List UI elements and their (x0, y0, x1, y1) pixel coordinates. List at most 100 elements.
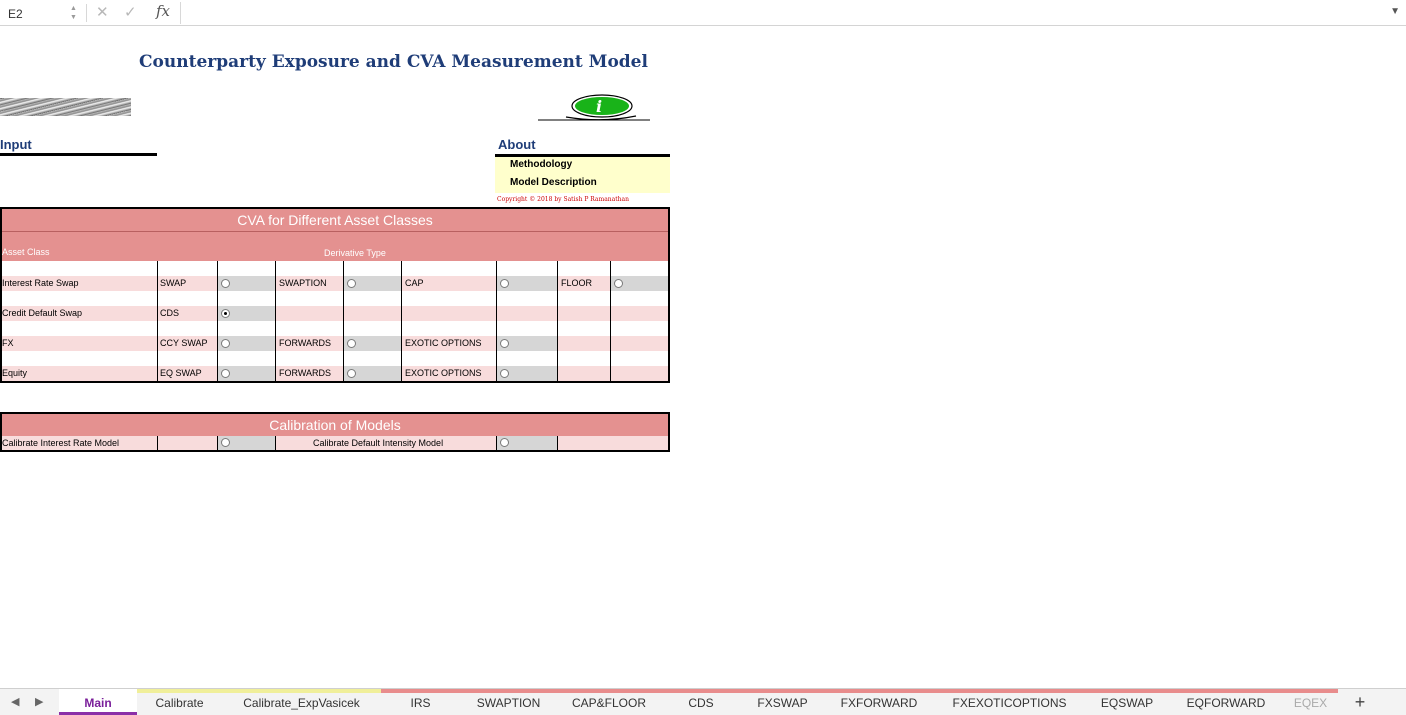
eq-swap-option[interactable] (218, 366, 275, 381)
confirm-icon[interactable]: ✓ (124, 3, 137, 21)
tab-irs[interactable]: IRS (381, 689, 460, 715)
next-sheet-icon[interactable]: ▶ (35, 695, 43, 708)
asset-class-label: Equity (2, 368, 28, 378)
formula-bar: E2 ▲ ▼ ✕ ✓ fx ▼ (0, 0, 1406, 26)
tab-label: EQSWAP (1100, 696, 1154, 710)
methodology-link[interactable]: Methodology (510, 159, 572, 170)
column-divider (157, 436, 158, 450)
radio-button[interactable] (221, 339, 230, 348)
tab-label: CAP&FLOOR (571, 696, 646, 710)
calibrate-rate-label: Calibrate Interest Rate Model (2, 438, 120, 448)
tab-main[interactable]: Main (59, 689, 137, 715)
row-band (2, 366, 668, 381)
eq-forwards-option[interactable] (344, 366, 401, 381)
asset-class-header: Asset Class (2, 247, 50, 257)
tab-label: SWAPTION (476, 696, 541, 710)
eq-exotic-options-option[interactable] (497, 366, 557, 381)
tab-label: IRS (410, 696, 431, 710)
asset-class-label: Credit Default Swap (2, 308, 83, 318)
input-underline (0, 153, 157, 156)
previous-sheet-icon[interactable]: ◀ (11, 695, 19, 708)
spreadsheet-window: E2 ▲ ▼ ✕ ✓ fx ▼ Counterparty Exposure and… (0, 0, 1406, 715)
radio-button[interactable] (347, 339, 356, 348)
radio-button[interactable] (500, 279, 509, 288)
cancel-icon[interactable]: ✕ (96, 3, 109, 21)
calibrate-intensity-label: Calibrate Default Intensity Model (313, 438, 444, 448)
calibration-table: Calibration of Models Calibrate Interest… (0, 412, 670, 452)
tab-label: EQEX (1293, 696, 1328, 710)
model-description-link[interactable]: Model Description (510, 177, 597, 188)
cva-table-title: CVA for Different Asset Classes (2, 209, 668, 231)
about-links-box: Methodology Model Description (495, 157, 670, 193)
derivative-type-header: Derivative Type (324, 248, 386, 258)
function-icon[interactable]: fx (156, 2, 170, 20)
info-icon[interactable]: i (536, 93, 652, 127)
radio-button[interactable] (221, 438, 230, 447)
derivative-label: SWAP (160, 278, 187, 288)
tab-swaption[interactable]: SWAPTION (460, 689, 557, 715)
cell-reference: E2 (8, 7, 23, 21)
tab-cds[interactable]: CDS (661, 689, 741, 715)
name-box-stepper-icon[interactable]: ▲ ▼ (70, 4, 77, 22)
tab-calibrate[interactable]: Calibrate (137, 689, 222, 715)
calibrate-rate-option[interactable] (218, 436, 275, 450)
tab-label: EQFORWARD (1186, 696, 1266, 710)
tab-fxforward[interactable]: FXFORWARD (824, 689, 934, 715)
name-box[interactable]: E2 ▲ ▼ (0, 2, 84, 24)
cap-option[interactable] (497, 276, 557, 291)
derivative-label: EXOTIC OPTIONS (405, 338, 482, 348)
add-sheet-icon[interactable]: + (1348, 691, 1372, 713)
radio-button[interactable] (221, 369, 230, 378)
asset-class-label: Interest Rate Swap (2, 278, 79, 288)
radio-button[interactable] (614, 279, 623, 288)
about-heading: About (498, 137, 536, 152)
fx-exotic-options-option[interactable] (497, 336, 557, 351)
formula-input[interactable] (180, 2, 1390, 24)
radio-button[interactable] (347, 279, 356, 288)
tab-label: FXEXOTICOPTIONS (952, 696, 1067, 710)
page-title: Counterparty Exposure and CVA Measuremen… (139, 52, 648, 72)
radio-button[interactable] (500, 369, 509, 378)
tab-cap-floor[interactable]: CAP&FLOOR (557, 689, 661, 715)
derivative-label: EXOTIC OPTIONS (405, 368, 482, 378)
derivative-label: CAP (405, 278, 424, 288)
row-band (2, 306, 668, 321)
svg-text:i: i (596, 97, 602, 116)
column-divider (557, 261, 558, 383)
tab-label: Calibrate_ExpVasicek (243, 696, 360, 710)
formula-bar-divider (86, 4, 87, 22)
radio-button-selected[interactable] (221, 309, 230, 318)
radio-button[interactable] (221, 279, 230, 288)
tab-fxexoticoptions[interactable]: FXEXOTICOPTIONS (934, 689, 1085, 715)
radio-button[interactable] (500, 339, 509, 348)
copyright-note: Copyright © 2018 by Satish P Ramanathan (497, 196, 629, 203)
column-divider (401, 261, 402, 383)
calibrate-intensity-option[interactable] (497, 436, 557, 450)
cva-table-header: Asset Class Derivative Type (2, 231, 668, 261)
derivative-label: EQ SWAP (160, 368, 202, 378)
tab-label: FXFORWARD (840, 696, 918, 710)
ccy-swap-option[interactable] (218, 336, 275, 351)
tab-calibrate-expvasicek[interactable]: Calibrate_ExpVasicek (222, 689, 381, 715)
tab-eqswap[interactable]: EQSWAP (1085, 689, 1169, 715)
radio-button[interactable] (500, 438, 509, 447)
swap-option[interactable] (218, 276, 275, 291)
sheet-main[interactable]: Counterparty Exposure and CVA Measuremen… (0, 27, 1406, 687)
chevron-down-icon[interactable]: ▼ (1390, 6, 1400, 17)
fx-forwards-option[interactable] (344, 336, 401, 351)
cva-asset-class-table: CVA for Different Asset Classes Asset Cl… (0, 207, 670, 383)
swaption-option[interactable] (344, 276, 401, 291)
calibration-title: Calibration of Models (2, 414, 668, 436)
derivative-label: FLOOR (561, 278, 593, 288)
column-divider (275, 261, 276, 383)
tab-fxswap[interactable]: FXSWAP (741, 689, 824, 715)
cds-option[interactable] (218, 306, 275, 321)
tab-eqex[interactable]: EQEX (1283, 689, 1338, 715)
derivative-label: CDS (160, 308, 180, 318)
tab-label: Main (84, 696, 112, 710)
column-divider (275, 436, 276, 450)
radio-button[interactable] (347, 369, 356, 378)
floor-option[interactable] (611, 276, 668, 291)
tab-label: Calibrate (155, 696, 204, 710)
tab-eqforward[interactable]: EQFORWARD (1169, 689, 1283, 715)
